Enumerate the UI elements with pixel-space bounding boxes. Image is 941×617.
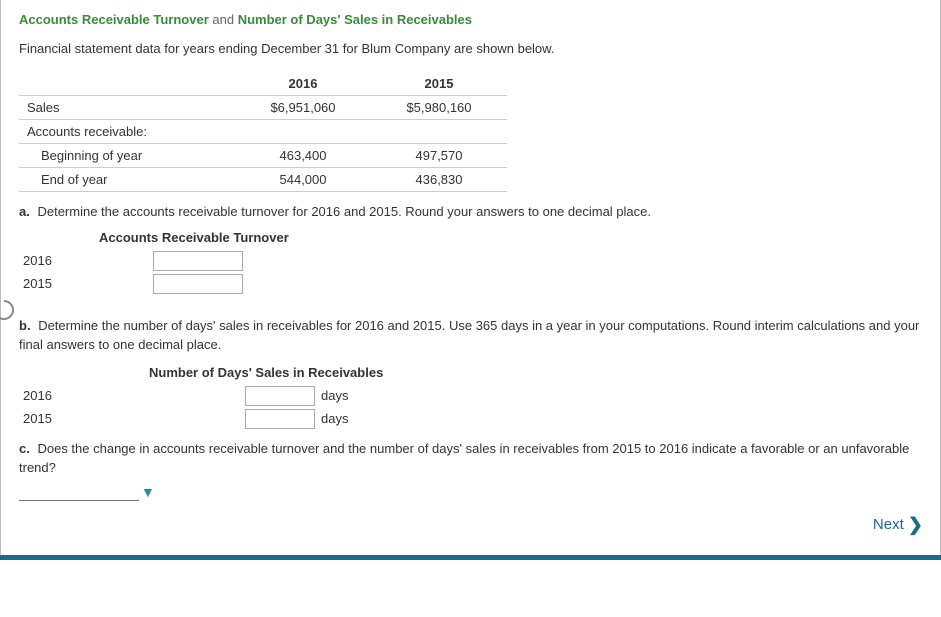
table-row: End of year 544,000 436,830	[19, 168, 507, 192]
row-sales-label: Sales	[19, 96, 235, 120]
chevron-right-icon: ❯	[908, 515, 923, 535]
col-2015: 2015	[371, 72, 507, 96]
qb-text: Determine the number of days' sales in r…	[19, 318, 919, 353]
chevron-down-icon: ▼	[141, 484, 155, 500]
row-eoy-2016: 544,000	[235, 168, 371, 192]
page-title: Accounts Receivable Turnover and Number …	[19, 12, 922, 27]
qa-year-2015: 2015	[19, 276, 153, 291]
qa-label: a.	[19, 204, 30, 219]
table-row: Sales $6,951,060 $5,980,160	[19, 96, 507, 120]
turnover-2016-input[interactable]	[153, 251, 243, 271]
qc-label: c.	[19, 441, 30, 456]
qb-heading: Number of Days' Sales in Receivables	[149, 365, 922, 380]
title-part1: Accounts Receivable Turnover	[19, 12, 209, 27]
qb-unit-2016: days	[321, 388, 348, 403]
row-eoy-label: End of year	[27, 172, 108, 187]
title-joiner: and	[209, 12, 238, 27]
row-boy-2015: 497,570	[371, 144, 507, 168]
qa-year-2016: 2016	[19, 253, 153, 268]
table-row: Beginning of year 463,400 497,570	[19, 144, 507, 168]
row-sales-2015: $5,980,160	[371, 96, 507, 120]
intro-text: Financial statement data for years endin…	[19, 41, 922, 56]
next-label: Next	[873, 516, 904, 533]
question-c: c. Does the change in accounts receivabl…	[19, 439, 922, 478]
days-2016-input[interactable]	[245, 386, 315, 406]
qb-year-2015: 2015	[19, 411, 245, 426]
title-part2: Number of Days' Sales in Receivables	[238, 12, 472, 27]
financial-table: 2016 2015 Sales $6,951,060 $5,980,160 Ac…	[19, 72, 507, 192]
qa-heading: Accounts Receivable Turnover	[99, 230, 922, 245]
qb-year-2016: 2016	[19, 388, 245, 403]
bottom-accent-bar	[0, 555, 941, 560]
qb-label: b.	[19, 318, 31, 333]
qc-text: Does the change in accounts receivable t…	[19, 441, 909, 476]
question-a: a. Determine the accounts receivable tur…	[19, 202, 922, 222]
row-eoy-2015: 436,830	[371, 168, 507, 192]
table-row: Accounts receivable:	[19, 120, 507, 144]
trend-dropdown[interactable]: ▼	[19, 484, 922, 501]
next-button[interactable]: Next ❯	[873, 516, 923, 533]
col-2016: 2016	[235, 72, 371, 96]
row-boy-label: Beginning of year	[27, 148, 142, 163]
qa-text: Determine the accounts receivable turnov…	[37, 204, 651, 219]
days-2015-input[interactable]	[245, 409, 315, 429]
question-b: b. Determine the number of days' sales i…	[19, 316, 922, 355]
row-arhead-label: Accounts receivable:	[19, 120, 235, 144]
row-sales-2016: $6,951,060	[235, 96, 371, 120]
turnover-2015-input[interactable]	[153, 274, 243, 294]
qb-unit-2015: days	[321, 411, 348, 426]
row-boy-2016: 463,400	[235, 144, 371, 168]
